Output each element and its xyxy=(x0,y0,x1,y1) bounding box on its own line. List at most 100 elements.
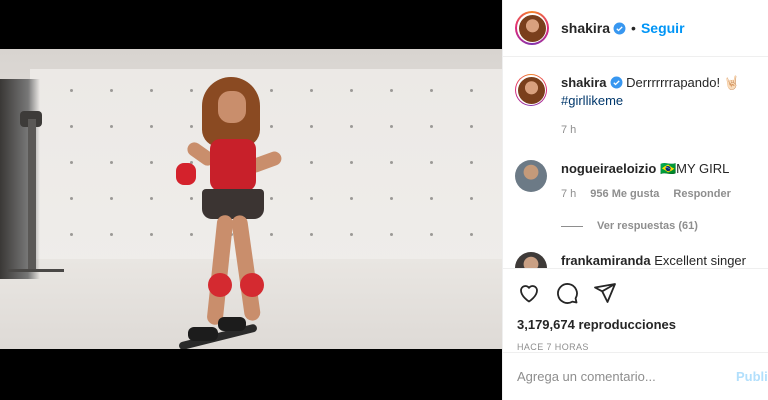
backdrop-marker xyxy=(350,125,353,128)
backdrop-marker xyxy=(390,233,393,236)
avatar-frame xyxy=(517,13,547,43)
comment-meta: 7 h 956 Me gusta Responder xyxy=(561,188,765,200)
post-panel: shakira • Seguir shakira Derrrrrrrapando… xyxy=(502,0,768,400)
backdrop-marker xyxy=(470,89,473,92)
comment-body: frankamiranda Excellent singer xyxy=(561,252,765,268)
comment-input[interactable] xyxy=(517,369,727,384)
light-stand xyxy=(28,119,36,269)
backdrop-marker xyxy=(310,89,313,92)
comment-icon xyxy=(557,283,578,304)
backdrop-marker xyxy=(350,89,353,92)
comments-list[interactable]: shakira Derrrrrrrapando! 🤘🏻 #girllikeme … xyxy=(503,58,768,268)
caption-hashtag[interactable]: #girllikeme xyxy=(561,93,623,108)
caption-time: 7 h xyxy=(561,124,577,136)
knee-pad-right xyxy=(240,273,264,297)
backdrop-marker xyxy=(470,233,473,236)
skater-glove xyxy=(176,163,196,185)
tripod xyxy=(8,254,64,272)
share-button[interactable] xyxy=(593,281,617,305)
caption-author[interactable]: shakira xyxy=(561,75,607,90)
author-avatar[interactable] xyxy=(515,11,549,45)
skater-top xyxy=(210,139,256,191)
caption: shakira Derrrrrrrapando! 🤘🏻 #girllikeme … xyxy=(515,74,765,136)
view-replies-label: Ver respuestas (61) xyxy=(597,220,698,232)
comment-time: 7 h xyxy=(561,188,577,200)
avatar-image xyxy=(517,76,545,104)
backdrop-marker xyxy=(390,89,393,92)
view-count-label: 3,179,674 reproducciones xyxy=(517,317,676,332)
follow-button[interactable]: Seguir xyxy=(641,20,685,36)
post-timestamp: HACE 7 HORAS xyxy=(517,342,589,352)
backdrop-marker xyxy=(470,125,473,128)
knee-pad-left xyxy=(208,273,232,297)
backdrop-marker xyxy=(310,233,313,236)
publish-button[interactable]: Publicar xyxy=(736,369,768,384)
comment-item: nogueiraeloizio 🇧🇷MY GIRL 7 h 956 Me gus… xyxy=(515,160,765,200)
skater-leg-right xyxy=(230,214,262,322)
backdrop-marker xyxy=(110,125,113,128)
backdrop-marker xyxy=(70,197,73,200)
verified-badge-icon xyxy=(610,76,623,89)
backdrop-marker xyxy=(70,233,73,236)
shoe-left xyxy=(188,327,218,341)
backdrop-marker xyxy=(470,161,473,164)
comment-item: frankamiranda Excellent singer xyxy=(515,252,765,268)
skater-leg-left xyxy=(206,214,234,326)
add-comment-bar: Publicar xyxy=(503,352,768,400)
backdrop-marker xyxy=(70,161,73,164)
backdrop-marker xyxy=(150,125,153,128)
avatar-image xyxy=(518,14,546,42)
comment-avatar[interactable] xyxy=(515,252,547,268)
author-username[interactable]: shakira xyxy=(561,20,610,36)
backdrop-marker xyxy=(110,197,113,200)
like-button[interactable] xyxy=(517,281,541,305)
comment-button[interactable] xyxy=(555,281,579,305)
comment-text: 🇧🇷MY GIRL xyxy=(659,161,730,176)
backdrop-marker xyxy=(430,233,433,236)
caption-body: shakira Derrrrrrrapando! 🤘🏻 #girllikeme xyxy=(561,74,765,110)
backdrop-marker xyxy=(70,89,73,92)
shoe-right xyxy=(218,317,246,331)
backdrop-marker xyxy=(150,161,153,164)
comment-body: nogueiraeloizio 🇧🇷MY GIRL xyxy=(561,160,765,178)
backdrop-marker xyxy=(390,161,393,164)
backdrop-marker xyxy=(430,161,433,164)
backdrop-marker xyxy=(390,197,393,200)
view-replies-button[interactable]: Ver respuestas (61) xyxy=(561,220,698,232)
avatar-frame xyxy=(516,75,546,105)
backdrop-marker xyxy=(310,161,313,164)
send-icon xyxy=(594,283,616,303)
backdrop-marker xyxy=(150,89,153,92)
verified-badge-icon xyxy=(613,22,626,34)
backdrop-marker xyxy=(430,89,433,92)
replies-line xyxy=(561,225,583,227)
comment-author[interactable]: frankamiranda xyxy=(561,253,651,268)
action-icons xyxy=(517,279,755,307)
view-count[interactable]: 3,179,674 reproducciones xyxy=(517,317,755,332)
backdrop-marker xyxy=(150,233,153,236)
backdrop-marker xyxy=(430,125,433,128)
skater-figure xyxy=(168,77,288,349)
caption-text: Derrrrrrrapando! 🤘🏻 xyxy=(626,75,740,90)
backdrop-marker xyxy=(350,197,353,200)
comment-text: Excellent singer xyxy=(654,253,746,268)
backdrop-marker xyxy=(310,125,313,128)
skater-skirt xyxy=(202,189,264,219)
backdrop-marker xyxy=(110,233,113,236)
backdrop-marker xyxy=(70,125,73,128)
heart-icon xyxy=(520,285,538,303)
caption-meta: 7 h xyxy=(561,124,765,136)
comment-likes[interactable]: 956 Me gusta xyxy=(590,188,659,200)
header-separator: • xyxy=(631,20,636,36)
backdrop-marker xyxy=(150,197,153,200)
comment-author[interactable]: nogueiraeloizio xyxy=(561,161,656,176)
skater-face xyxy=(218,91,246,123)
comment-avatar[interactable] xyxy=(515,160,547,192)
reply-button[interactable]: Responder xyxy=(673,188,730,200)
video-player[interactable] xyxy=(0,49,502,349)
post-actions: 3,179,674 reproducciones HACE 7 HORAS xyxy=(503,268,768,352)
backdrop-marker xyxy=(350,233,353,236)
backdrop-marker xyxy=(350,161,353,164)
backdrop-marker xyxy=(110,89,113,92)
caption-avatar[interactable] xyxy=(515,74,547,106)
